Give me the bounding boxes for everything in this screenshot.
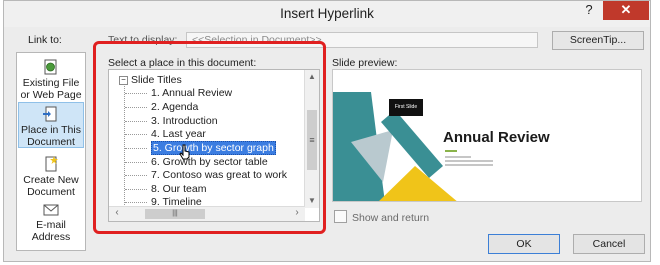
- link-to-create-label-2: Document: [27, 186, 75, 198]
- link-to-place-in-document[interactable]: Place in This Document: [18, 102, 84, 148]
- link-to-email[interactable]: E-mail Address: [18, 201, 84, 243]
- ok-button[interactable]: OK: [488, 234, 560, 254]
- title-bar: Insert Hyperlink ? ✕: [4, 1, 650, 27]
- slide-preview: First Slide Annual Review: [332, 69, 642, 202]
- link-to-create-new[interactable]: Create New Document: [18, 156, 84, 198]
- link-to-panel: Existing File or Web Page Place in This …: [16, 52, 86, 251]
- link-to-existing-label-1: Existing File: [22, 77, 80, 89]
- help-button[interactable]: ?: [577, 1, 601, 20]
- first-slide-label: First Slide: [389, 99, 423, 116]
- preview-accent-line: [445, 150, 457, 152]
- show-and-return-label: Show and return: [352, 212, 430, 224]
- show-and-return-option[interactable]: Show and return: [334, 210, 429, 224]
- link-to-existing-file[interactable]: Existing File or Web Page: [18, 59, 84, 101]
- link-to-place-label-2: Document: [27, 136, 75, 148]
- link-to-existing-label-2: or Web Page: [20, 89, 82, 101]
- link-to-place-label-1: Place in This: [21, 124, 81, 136]
- document-place-icon: [43, 106, 57, 122]
- link-to-email-label-2: Address: [31, 231, 71, 243]
- link-to-create-label-1: Create New: [23, 174, 79, 186]
- show-and-return-checkbox[interactable]: [334, 210, 347, 223]
- globe-document-icon: [44, 59, 57, 75]
- cancel-button[interactable]: Cancel: [573, 234, 645, 254]
- annotation-highlight-box: [93, 41, 326, 234]
- new-document-icon: [45, 156, 58, 172]
- close-button[interactable]: ✕: [603, 1, 649, 20]
- slide-preview-label: Slide preview:: [332, 57, 398, 69]
- preview-subtitle-lines: [445, 156, 493, 166]
- preview-slide-title: Annual Review: [443, 129, 550, 146]
- link-to-email-label-1: E-mail: [36, 219, 66, 231]
- dialog-title: Insert Hyperlink: [280, 6, 374, 21]
- email-icon: [43, 204, 59, 216]
- screentip-button[interactable]: ScreenTip...: [552, 31, 644, 50]
- link-to-label: Link to:: [28, 34, 62, 46]
